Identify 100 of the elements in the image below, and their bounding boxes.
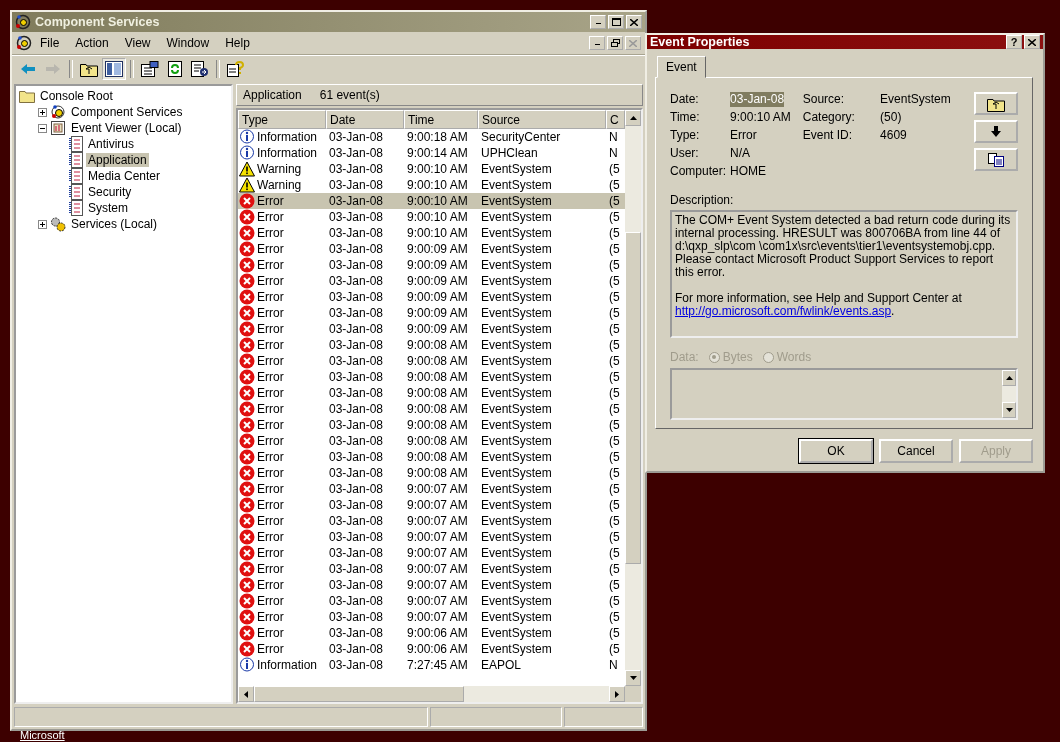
- column-header[interactable]: Time: [404, 110, 478, 129]
- event-row[interactable]: Error 03-Jan-08 9:00:09 AM EventSystem (5: [238, 257, 625, 273]
- error-icon: [239, 241, 255, 257]
- event-row[interactable]: Error 03-Jan-08 9:00:08 AM EventSystem (5: [238, 353, 625, 369]
- event-row[interactable]: Error 03-Jan-08 9:00:06 AM EventSystem (5: [238, 625, 625, 641]
- table-cell: Error: [257, 306, 284, 320]
- event-row[interactable]: Error 03-Jan-08 9:00:08 AM EventSystem (5: [238, 465, 625, 481]
- table-cell-text: EventSystem: [480, 626, 553, 640]
- desktop-icon-label[interactable]: Microsoft: [20, 729, 65, 741]
- event-row[interactable]: Error 03-Jan-08 9:00:08 AM EventSystem (5: [238, 369, 625, 385]
- expand-toggle[interactable]: [38, 107, 47, 117]
- tree-item[interactable]: Antivirus: [86, 137, 136, 151]
- event-row[interactable]: Error 03-Jan-08 9:00:09 AM EventSystem (5: [238, 289, 625, 305]
- minimize-button[interactable]: [589, 36, 605, 50]
- close-button[interactable]: [1024, 35, 1040, 49]
- dialog-button[interactable]: Cancel: [879, 439, 953, 463]
- tree-item[interactable]: Services (Local): [69, 217, 160, 231]
- table-cell-text: (5: [608, 642, 621, 656]
- event-row[interactable]: Error 03-Jan-08 9:00:09 AM EventSystem (5: [238, 241, 625, 257]
- column-header[interactable]: C: [606, 110, 625, 129]
- dialog-button[interactable]: OK: [799, 439, 873, 463]
- copy-button[interactable]: [974, 148, 1018, 171]
- event-row[interactable]: Error 03-Jan-08 9:00:07 AM EventSystem (5: [238, 577, 625, 593]
- column-header[interactable]: Source: [478, 110, 606, 129]
- table-cell-text: 03-Jan-08: [328, 210, 385, 224]
- event-row[interactable]: Information 03-Jan-08 7:27:45 AM EAPOL N: [238, 657, 625, 673]
- event-row[interactable]: Error 03-Jan-08 9:00:08 AM EventSystem (5: [238, 337, 625, 353]
- column-header[interactable]: Type: [238, 110, 326, 129]
- menu-item[interactable]: Action: [67, 34, 117, 52]
- event-row[interactable]: Information 03-Jan-08 9:00:18 AM SecurityCenter N: [238, 129, 625, 145]
- table-cell: Error: [257, 402, 284, 416]
- horizontal-scrollbar[interactable]: [238, 686, 625, 702]
- tree-item[interactable]: Event Viewer (Local): [69, 121, 184, 135]
- next-button[interactable]: [974, 120, 1018, 143]
- event-row[interactable]: Error 03-Jan-08 9:00:07 AM EventSystem (5: [238, 513, 625, 529]
- tab[interactable]: Event: [657, 56, 706, 78]
- error-icon: [239, 193, 255, 209]
- help-button[interactable]: ?: [1006, 35, 1022, 49]
- vertical-scrollbar[interactable]: [1002, 370, 1016, 418]
- tree-item[interactable]: Security: [86, 185, 134, 199]
- help-icon: [227, 61, 245, 77]
- table-cell-text: EventSystem: [480, 434, 553, 448]
- event-row[interactable]: Error 03-Jan-08 9:00:09 AM EventSystem (5: [238, 321, 625, 337]
- event-row[interactable]: Error 03-Jan-08 9:00:09 AM EventSystem (5: [238, 273, 625, 289]
- table-cell-text: (5: [608, 306, 621, 320]
- event-row[interactable]: Error 03-Jan-08 9:00:08 AM EventSystem (5: [238, 449, 625, 465]
- event-row[interactable]: Error 03-Jan-08 9:00:07 AM EventSystem (5: [238, 561, 625, 577]
- event-row[interactable]: Error 03-Jan-08 9:00:09 AM EventSystem (5: [238, 305, 625, 321]
- folder-icon: [19, 89, 35, 103]
- previous-button[interactable]: [974, 92, 1018, 115]
- table-cell-text: 9:00:08 AM: [406, 354, 469, 368]
- menu-item[interactable]: Window: [158, 34, 218, 52]
- tree-item[interactable]: System: [86, 201, 130, 215]
- event-row[interactable]: Error 03-Jan-08 9:00:07 AM EventSystem (5: [238, 481, 625, 497]
- event-row[interactable]: Error 03-Jan-08 9:00:08 AM EventSystem (5: [238, 385, 625, 401]
- table-cell-text: EventSystem: [480, 210, 553, 224]
- table-cell-text: 03-Jan-08: [328, 610, 385, 624]
- table-cell-text: (5: [608, 626, 621, 640]
- error-icon: [239, 273, 255, 289]
- event-row[interactable]: Error 03-Jan-08 9:00:10 AM EventSystem (5: [238, 193, 625, 209]
- table-cell-text: (5: [608, 482, 621, 496]
- event-row[interactable]: Error 03-Jan-08 9:00:07 AM EventSystem (5: [238, 609, 625, 625]
- event-row[interactable]: Error 03-Jan-08 9:00:07 AM EventSystem (5: [238, 545, 625, 561]
- tree-item[interactable]: Component Services: [69, 105, 185, 119]
- table-cell-text: 9:00:08 AM: [406, 370, 469, 384]
- restore-button[interactable]: [607, 36, 623, 50]
- back-arrow-icon: [20, 62, 36, 76]
- toolbar-button[interactable]: [138, 58, 162, 80]
- event-row[interactable]: Error 03-Jan-08 9:00:07 AM EventSystem (5: [238, 593, 625, 609]
- table-cell-text: EventSystem: [480, 258, 553, 272]
- event-row[interactable]: Error 03-Jan-08 9:00:08 AM EventSystem (5: [238, 401, 625, 417]
- expand-toggle[interactable]: [38, 219, 47, 229]
- menu-item[interactable]: Help: [217, 34, 258, 52]
- menu-item[interactable]: File: [32, 34, 68, 52]
- event-row[interactable]: Error 03-Jan-08 9:00:06 AM EventSystem (5: [238, 641, 625, 657]
- event-row[interactable]: Error 03-Jan-08 9:00:08 AM EventSystem (5: [238, 433, 625, 449]
- event-row[interactable]: Error 03-Jan-08 9:00:07 AM EventSystem (5: [238, 497, 625, 513]
- column-header[interactable]: Date: [326, 110, 404, 129]
- table-cell-text: (5: [608, 274, 621, 288]
- event-row[interactable]: Error 03-Jan-08 9:00:10 AM EventSystem (5: [238, 209, 625, 225]
- table-cell-text: 9:00:08 AM: [406, 466, 469, 480]
- event-row[interactable]: Warning 03-Jan-08 9:00:10 AM EventSystem (5: [238, 177, 625, 193]
- tree-item[interactable]: Media Center: [86, 169, 163, 183]
- menu-item[interactable]: View: [116, 34, 159, 52]
- field-value: (50): [880, 110, 903, 125]
- event-row[interactable]: Error 03-Jan-08 9:00:08 AM EventSystem (5: [238, 417, 625, 433]
- event-row[interactable]: Information 03-Jan-08 9:00:14 AM UPHClean N: [238, 145, 625, 161]
- table-cell-text: 03-Jan-08: [328, 130, 385, 144]
- table-cell: Information: [257, 146, 318, 160]
- table-cell-text: EventSystem: [480, 194, 553, 208]
- event-row[interactable]: Error 03-Jan-08 9:00:07 AM EventSystem (5: [238, 529, 625, 545]
- vertical-scrollbar[interactable]: [625, 110, 641, 686]
- toolbar-button[interactable]: [102, 58, 126, 80]
- tree-item[interactable]: Console Root: [38, 89, 115, 103]
- table-cell: Error: [257, 530, 284, 544]
- tree-item[interactable]: Application: [86, 153, 149, 167]
- event-row[interactable]: Warning 03-Jan-08 9:00:10 AM EventSystem (5: [238, 161, 625, 177]
- collapse-toggle[interactable]: [38, 123, 47, 133]
- event-row[interactable]: Error 03-Jan-08 9:00:10 AM EventSystem (5: [238, 225, 625, 241]
- table-cell-text: EventSystem: [480, 162, 553, 176]
